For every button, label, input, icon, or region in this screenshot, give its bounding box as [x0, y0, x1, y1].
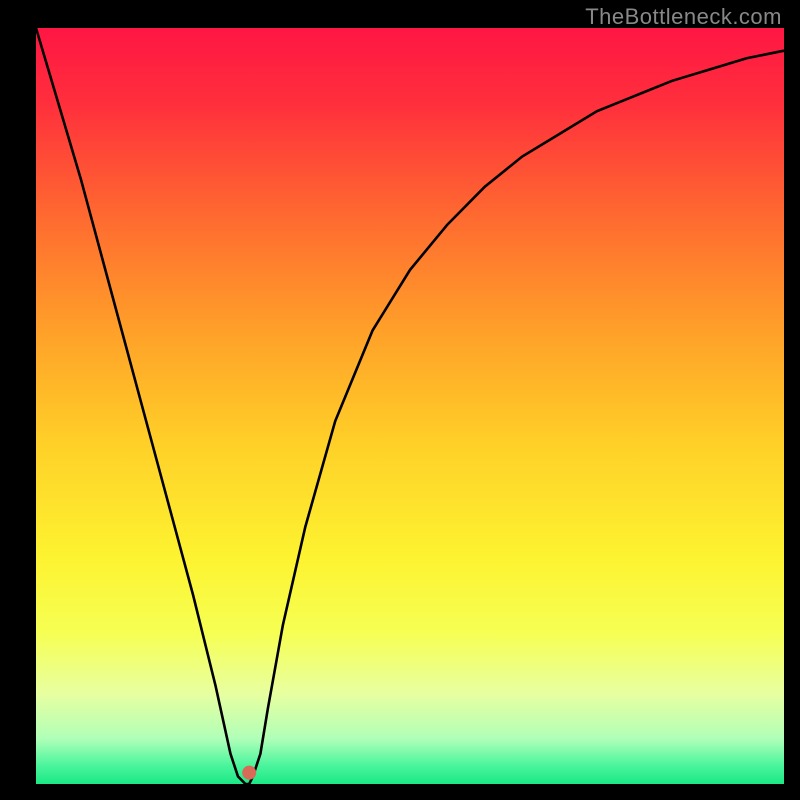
bottleneck-chart	[0, 0, 800, 800]
chart-canvas: TheBottleneck.com	[0, 0, 800, 800]
optimal-point-marker	[242, 766, 256, 780]
